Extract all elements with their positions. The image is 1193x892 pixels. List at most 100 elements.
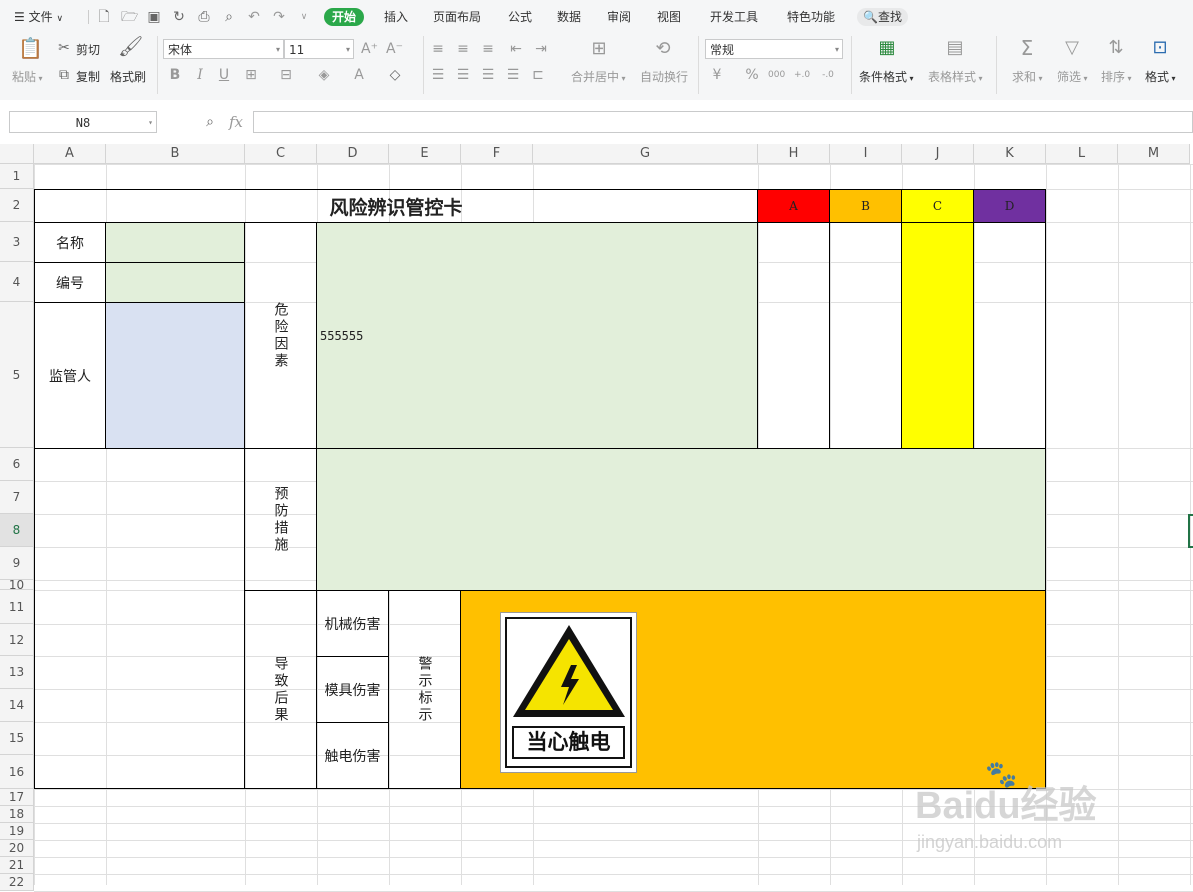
level-c-cell[interactable]: C (901, 189, 974, 223)
row-header-4[interactable]: 4 (0, 262, 34, 302)
eraser-icon[interactable]: ◇ (387, 67, 403, 83)
column-header-k[interactable]: K (974, 144, 1046, 164)
copy-button[interactable]: 复制 (76, 68, 100, 85)
level-d-cell[interactable]: D (973, 189, 1046, 223)
decrease-font-icon[interactable]: A⁻ (386, 41, 403, 57)
italic-icon[interactable]: I (192, 67, 208, 83)
tab-formulas[interactable]: 公式 (508, 8, 532, 26)
row-header-1[interactable]: 1 (0, 164, 34, 189)
sum-button[interactable]: 求和 ▾ (1012, 68, 1043, 85)
row-header-2[interactable]: 2 (0, 189, 34, 222)
select-all-corner[interactable] (0, 144, 34, 164)
export-icon[interactable]: ↻ (171, 9, 187, 25)
border-icon[interactable]: ⊞ (243, 67, 259, 83)
row-header-20[interactable]: 20 (0, 840, 34, 857)
level-a-value[interactable] (757, 222, 830, 449)
cut-button[interactable]: 剪切 (76, 41, 100, 58)
row-header-12[interactable]: 12 (0, 624, 34, 656)
paste-icon[interactable]: 📋 (18, 38, 43, 64)
level-d-value[interactable] (973, 222, 1046, 449)
column-header-l[interactable]: L (1046, 144, 1118, 164)
underline-icon[interactable]: U (216, 67, 232, 83)
row-header-9[interactable]: 9 (0, 547, 34, 580)
paste-button[interactable]: 粘贴 ▾ (12, 68, 43, 85)
percent-icon[interactable]: % (744, 67, 760, 83)
new-file-icon[interactable]: 🗋 (96, 9, 112, 25)
hazard-value-cell[interactable]: 555555 (316, 222, 758, 449)
justify-icon[interactable]: ☰ (505, 67, 521, 83)
zoom-icon[interactable]: ⌕ (202, 114, 218, 130)
align-top-icon[interactable]: ≡ (430, 41, 446, 57)
file-menu[interactable]: ☰ 文件 ∨ (14, 8, 63, 26)
row-header-11[interactable]: 11 (0, 590, 34, 624)
row-header-16[interactable]: 16 (0, 755, 34, 789)
column-header-g[interactable]: G (533, 144, 758, 164)
column-header-a[interactable]: A (34, 144, 106, 164)
row-header-8[interactable]: 8 (0, 514, 34, 547)
align-center-icon[interactable]: ☰ (455, 67, 471, 83)
name-box[interactable]: N8 ▾ (9, 111, 157, 133)
row-header-6[interactable]: 6 (0, 448, 34, 481)
increase-indent-icon[interactable]: ⇥ (533, 41, 549, 57)
print-icon[interactable]: ⎙ (196, 9, 212, 25)
number-value-cell[interactable] (105, 262, 245, 303)
column-header-m[interactable]: M (1118, 144, 1190, 164)
format-painter-button[interactable]: 格式刷 (110, 68, 146, 85)
open-folder-icon[interactable]: 🗁 (121, 9, 138, 25)
row-header-3[interactable]: 3 (0, 222, 34, 262)
font-size-select[interactable]: 11 ▾ (284, 39, 354, 59)
fill-pattern-icon[interactable]: ⊟ (278, 67, 294, 83)
table-style-button[interactable]: 表格样式 ▾ (928, 68, 983, 85)
thousands-icon[interactable]: 000 (768, 67, 785, 83)
increase-font-icon[interactable]: A⁺ (361, 41, 378, 57)
font-name-select[interactable]: 宋体 ▾ (163, 39, 284, 59)
align-middle-icon[interactable]: ≡ (455, 41, 471, 57)
electric-warning-sign[interactable]: 当心触电 (500, 612, 637, 773)
wrap-text-button[interactable]: 自动换行 (640, 68, 688, 85)
tab-home[interactable]: 开始 (324, 8, 365, 26)
fill-color-icon[interactable]: ◈ (316, 67, 332, 83)
align-bottom-icon[interactable]: ≡ (480, 41, 496, 57)
tab-page-layout[interactable]: 页面布局 (433, 8, 481, 26)
tab-data[interactable]: 数据 (557, 8, 581, 26)
column-header-d[interactable]: D (317, 144, 389, 164)
tab-view[interactable]: 视图 (657, 8, 681, 26)
align-right-icon[interactable]: ☰ (480, 67, 496, 83)
increase-decimal-icon[interactable]: +.0 (794, 67, 810, 83)
tab-review[interactable]: 审阅 (607, 8, 631, 26)
tab-special[interactable]: 特色功能 (787, 8, 835, 26)
row-header-19[interactable]: 19 (0, 823, 34, 840)
column-header-j[interactable]: J (902, 144, 974, 164)
filter-button[interactable]: 筛选 ▾ (1057, 68, 1088, 85)
level-c-value[interactable] (901, 222, 974, 449)
number-format-select[interactable]: 常规 ▾ (705, 39, 843, 59)
consequence-item[interactable]: 模具伤害 (316, 656, 389, 723)
consequence-item[interactable]: 机械伤害 (316, 590, 389, 657)
column-header-c[interactable]: C (245, 144, 317, 164)
save-icon[interactable]: ▣ (146, 9, 162, 25)
formula-input[interactable] (253, 111, 1193, 133)
decrease-decimal-icon[interactable]: -.0 (820, 67, 836, 83)
row-header-10[interactable]: 10 (0, 578, 34, 592)
more-chevron-icon[interactable]: ∨ (296, 9, 312, 25)
column-header-b[interactable]: B (106, 144, 245, 164)
row-header-15[interactable]: 15 (0, 722, 34, 755)
tab-developer[interactable]: 开发工具 (710, 8, 758, 26)
row-header-13[interactable]: 13 (0, 656, 34, 689)
column-header-f[interactable]: F (461, 144, 533, 164)
column-header-h[interactable]: H (758, 144, 830, 164)
supervisor-value-cell[interactable] (105, 302, 245, 449)
font-color-icon[interactable]: A (351, 67, 367, 83)
row-header-18[interactable]: 18 (0, 806, 34, 823)
row-header-5[interactable]: 5 (0, 302, 34, 448)
align-left-icon[interactable]: ☰ (430, 67, 446, 83)
row-header-22[interactable]: 22 (0, 874, 34, 891)
row-header-17[interactable]: 17 (0, 789, 34, 806)
format-button[interactable]: 格式 ▾ (1145, 68, 1176, 85)
search-box[interactable]: 🔍查找 (857, 8, 908, 26)
distributed-icon[interactable]: ⊏ (530, 67, 546, 83)
conditional-format-button[interactable]: 条件格式 ▾ (859, 68, 914, 85)
level-b-value[interactable] (829, 222, 902, 449)
currency-icon[interactable]: ¥ (709, 67, 725, 83)
level-a-cell[interactable]: A (757, 189, 830, 223)
